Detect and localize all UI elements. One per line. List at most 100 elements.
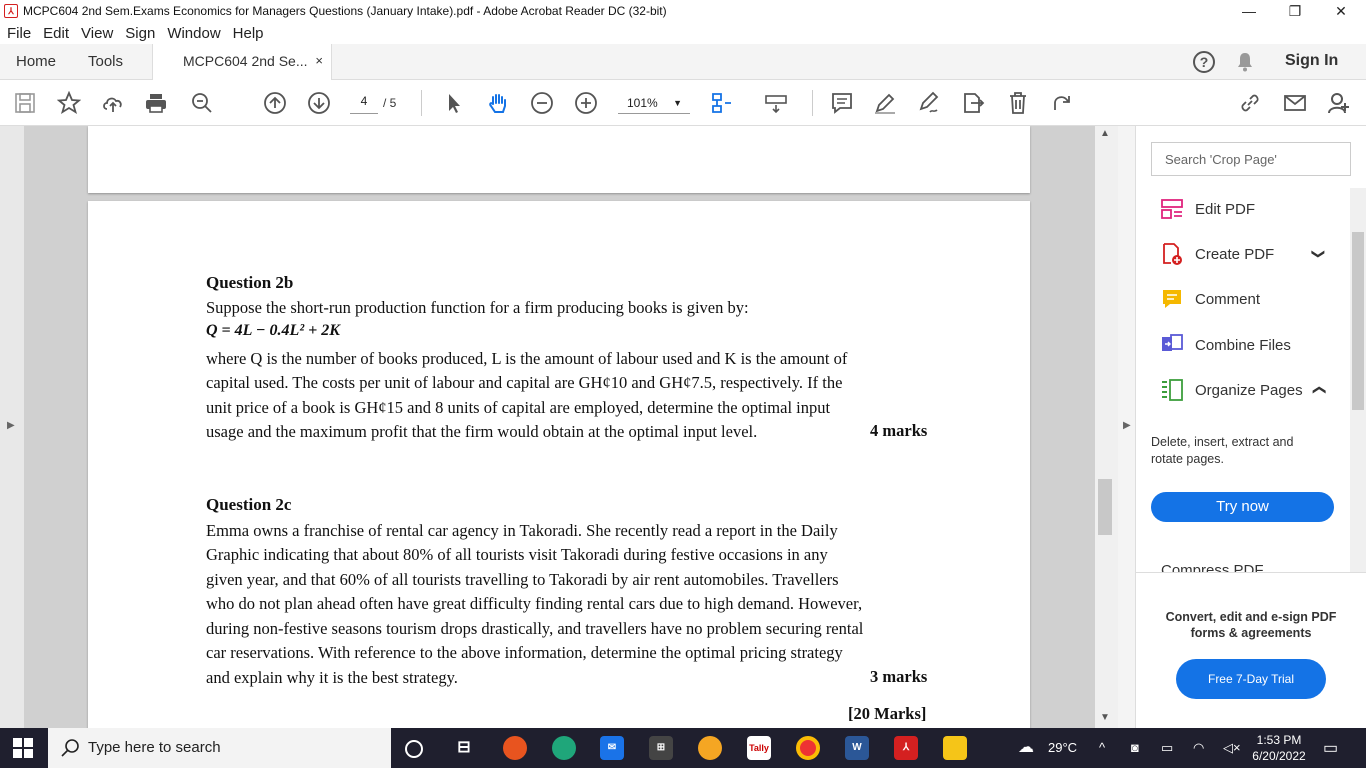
help-icon[interactable]: ? [1193, 51, 1215, 73]
tools-scrollbar[interactable] [1350, 188, 1366, 573]
question-2b-line: usage and the maximum profit that the fi… [206, 422, 758, 441]
tools-search-input[interactable]: Search 'Crop Page' [1151, 142, 1351, 176]
free-trial-button[interactable]: Free 7-Day Trial [1176, 659, 1326, 699]
sign-in-button[interactable]: Sign In [1285, 52, 1338, 70]
pdf-page-current: Question 2b Suppose the short-run produc… [88, 201, 1030, 728]
menu-file[interactable]: File [7, 25, 31, 42]
upload-cloud-icon[interactable] [100, 90, 126, 116]
tool-organize-pages[interactable]: Organize Pages ❯ [1161, 377, 1325, 403]
save-icon[interactable] [12, 90, 38, 116]
hand-tool-icon[interactable] [485, 90, 511, 116]
zoom-select[interactable]: 101% ▼ [618, 94, 690, 114]
scroll-down-icon[interactable]: ▼ [1100, 712, 1110, 723]
windows-start-icon[interactable] [13, 738, 33, 758]
tab-close-icon[interactable]: × [315, 53, 323, 68]
export-pdf-icon[interactable] [960, 90, 986, 116]
question-2b-line: capital used. The costs per unit of labo… [206, 373, 843, 392]
try-now-button[interactable]: Try now [1151, 492, 1334, 522]
tool-comment[interactable]: Comment [1161, 286, 1260, 312]
taskbar-search-input[interactable]: Type here to search [48, 728, 391, 768]
question-2b-line: where Q is the number of books produced,… [206, 349, 848, 368]
store-icon[interactable]: ⊞ [649, 736, 673, 760]
taskbar-clock[interactable]: 1:53 PM 6/20/2022 [1248, 732, 1310, 764]
windows-taskbar: Type here to search ⊟ ✉ ⊞ Tally W ⅄ ☁ 29… [0, 728, 1366, 768]
menu-edit[interactable]: Edit [43, 25, 69, 42]
cortana-icon[interactable] [405, 740, 423, 758]
restore-button[interactable]: ❐ [1272, 0, 1318, 22]
tally-icon[interactable]: Tally [747, 736, 771, 760]
chrome-icon[interactable] [796, 736, 820, 760]
email-icon[interactable] [1282, 90, 1308, 116]
tab-home[interactable]: Home [16, 53, 56, 70]
battery-icon[interactable]: ▭ [1161, 740, 1173, 756]
search-icon [61, 739, 79, 757]
mail-icon[interactable]: ✉ [600, 736, 624, 760]
temperature[interactable]: 29°C [1048, 740, 1077, 755]
toolbar-divider [421, 90, 422, 116]
weather-cloud-icon[interactable]: ☁ [1018, 737, 1034, 757]
add-user-icon[interactable] [1326, 90, 1352, 116]
menu-view[interactable]: View [81, 25, 113, 42]
highlight-pen-icon[interactable] [872, 90, 898, 116]
notification-bell-icon[interactable] [1236, 52, 1254, 72]
tab-document[interactable]: MCPC604 2nd Se... × [152, 44, 332, 80]
fit-page-icon[interactable] [709, 90, 735, 116]
notification-center-icon[interactable]: ▭ [1323, 738, 1338, 758]
print-icon[interactable] [143, 90, 169, 116]
next-page-icon[interactable] [306, 90, 332, 116]
document-viewport[interactable]: ▶ Question 2b Suppose the short-run prod… [0, 126, 1118, 728]
volume-icon[interactable]: ◁× [1223, 740, 1241, 756]
tools-scrollbar-thumb[interactable] [1352, 232, 1364, 410]
edit-pdf-icon [1161, 198, 1183, 220]
chevron-up-icon[interactable]: ❯ [1310, 385, 1326, 396]
question-2c-line: who do not plan ahead often have great d… [206, 594, 863, 613]
comment-icon[interactable] [829, 90, 855, 116]
edge-icon[interactable] [552, 736, 576, 760]
scroll-up-icon[interactable]: ▲ [1100, 128, 1110, 139]
close-window-button[interactable]: ✕ [1318, 0, 1364, 22]
wifi-icon[interactable]: ◠ [1193, 740, 1204, 756]
chevron-down-icon: ▼ [673, 98, 682, 108]
tool-create-pdf[interactable]: Create PDF ❯ [1161, 241, 1326, 267]
right-pane-toggle[interactable]: ▶ [1118, 126, 1136, 728]
keyboard-icon[interactable] [763, 90, 789, 116]
tray-chevron-up-icon[interactable]: ^ [1099, 740, 1105, 755]
previous-page-icon[interactable] [262, 90, 288, 116]
scrollbar-thumb[interactable] [1098, 479, 1112, 535]
page-number-input[interactable]: 4 [350, 94, 378, 114]
combine-files-icon [1161, 334, 1183, 356]
tool-edit-pdf[interactable]: Edit PDF [1161, 196, 1255, 222]
document-scrollbar[interactable]: ▲ ▼ [1095, 126, 1118, 728]
minimize-button[interactable]: — [1226, 0, 1272, 22]
file-explorer-icon[interactable] [943, 736, 967, 760]
zoom-out-icon[interactable] [529, 90, 555, 116]
brave-icon[interactable] [698, 736, 722, 760]
organize-pages-description: Delete, insert, extract and rotate pages… [1151, 435, 1294, 466]
chevron-down-icon[interactable]: ❯ [1310, 249, 1326, 260]
acrobat-taskbar-icon[interactable]: ⅄ [894, 736, 918, 760]
menu-sign[interactable]: Sign [125, 25, 155, 42]
rotate-icon[interactable] [1049, 90, 1075, 116]
signature-pen-icon[interactable] [916, 90, 942, 116]
tool-combine-files[interactable]: Combine Files [1161, 332, 1291, 358]
zoom-out-search-icon[interactable] [189, 90, 215, 116]
delete-icon[interactable] [1005, 90, 1031, 116]
menu-help[interactable]: Help [233, 25, 264, 42]
question-2c-line: and explain why it is the best strategy. [206, 668, 458, 687]
word-icon[interactable]: W [845, 736, 869, 760]
select-cursor-icon[interactable] [441, 90, 467, 116]
taskbar-search-placeholder: Type here to search [88, 739, 221, 756]
left-panel-toggle[interactable]: ▶ [0, 126, 24, 728]
menu-window[interactable]: Window [167, 25, 220, 42]
tools-pane: Search 'Crop Page' Edit PDF Create PDF ❯… [1136, 126, 1366, 728]
zoom-in-icon[interactable] [573, 90, 599, 116]
organize-pages-icon [1161, 379, 1183, 401]
star-icon[interactable] [56, 90, 82, 116]
tab-tools[interactable]: Tools [88, 53, 123, 70]
tool-label: Comment [1195, 290, 1261, 308]
question-2c-line: during non-festive seasons tourism drops… [206, 619, 864, 638]
task-view-icon[interactable]: ⊟ [452, 736, 476, 760]
meet-now-icon[interactable]: ◙ [1131, 740, 1139, 755]
share-link-icon[interactable] [1237, 90, 1263, 116]
firefox-icon[interactable] [503, 736, 527, 760]
